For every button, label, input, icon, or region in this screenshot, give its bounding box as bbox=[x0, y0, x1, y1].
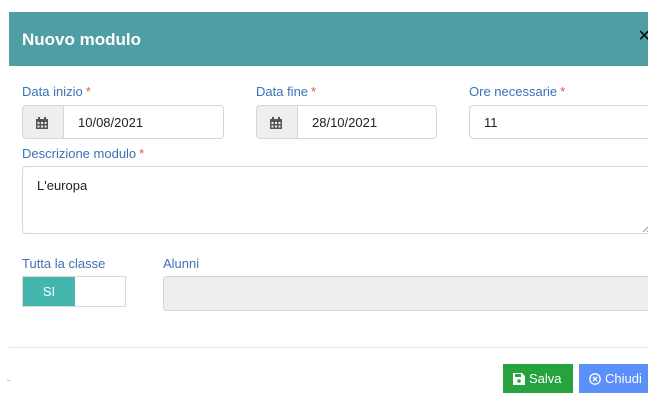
close-button[interactable]: Chiudi bbox=[579, 364, 648, 393]
floppy-disk-icon bbox=[513, 373, 525, 385]
end-date-input[interactable]: 28/10/2021 bbox=[297, 105, 437, 139]
required-mark: * bbox=[139, 146, 145, 161]
start-date-label-text: Data inizio bbox=[22, 84, 83, 99]
save-button-label: Salva bbox=[529, 371, 562, 386]
divider-tick bbox=[7, 380, 10, 381]
save-button[interactable]: Salva bbox=[503, 364, 573, 393]
modal-title: Nuovo modulo bbox=[22, 30, 141, 49]
hours-label: Ore necessarie * bbox=[469, 84, 565, 100]
students-select bbox=[163, 276, 648, 311]
close-button-label: Chiudi bbox=[605, 371, 642, 386]
calendar-icon bbox=[36, 117, 48, 129]
resize-grip-icon[interactable] bbox=[642, 224, 648, 232]
calendar-icon bbox=[270, 117, 282, 129]
end-date-value: 28/10/2021 bbox=[312, 115, 378, 130]
students-label: Alunni bbox=[163, 256, 200, 271]
modal-header: Nuovo modulo × bbox=[9, 12, 648, 66]
start-date-label: Data inizio * bbox=[22, 84, 91, 100]
footer-divider bbox=[9, 347, 648, 348]
hours-input[interactable]: 11 bbox=[469, 105, 648, 139]
start-date-value: 10/08/2021 bbox=[78, 115, 144, 130]
description-label: Descrizione modulo * bbox=[22, 146, 144, 162]
hours-value: 11 bbox=[484, 115, 498, 130]
whole-class-toggle[interactable]: SI bbox=[22, 276, 126, 307]
start-date-addon[interactable] bbox=[22, 105, 64, 139]
required-mark: * bbox=[560, 84, 566, 99]
description-value: L'europa bbox=[37, 178, 88, 193]
close-icon[interactable]: × bbox=[638, 26, 648, 46]
circle-x-icon bbox=[589, 373, 601, 385]
end-date-label-text: Data fine bbox=[256, 84, 309, 99]
hours-label-text: Ore necessarie bbox=[469, 84, 558, 99]
whole-class-label: Tutta la classe bbox=[22, 256, 106, 271]
toggle-on-state: SI bbox=[23, 277, 75, 306]
description-textarea[interactable]: L'europa bbox=[22, 166, 648, 234]
start-date-input[interactable]: 10/08/2021 bbox=[63, 105, 224, 139]
required-mark: * bbox=[311, 84, 317, 99]
end-date-addon[interactable] bbox=[256, 105, 298, 139]
description-label-text: Descrizione modulo bbox=[22, 146, 137, 161]
required-mark: * bbox=[85, 84, 91, 99]
end-date-label: Data fine * bbox=[256, 84, 316, 100]
